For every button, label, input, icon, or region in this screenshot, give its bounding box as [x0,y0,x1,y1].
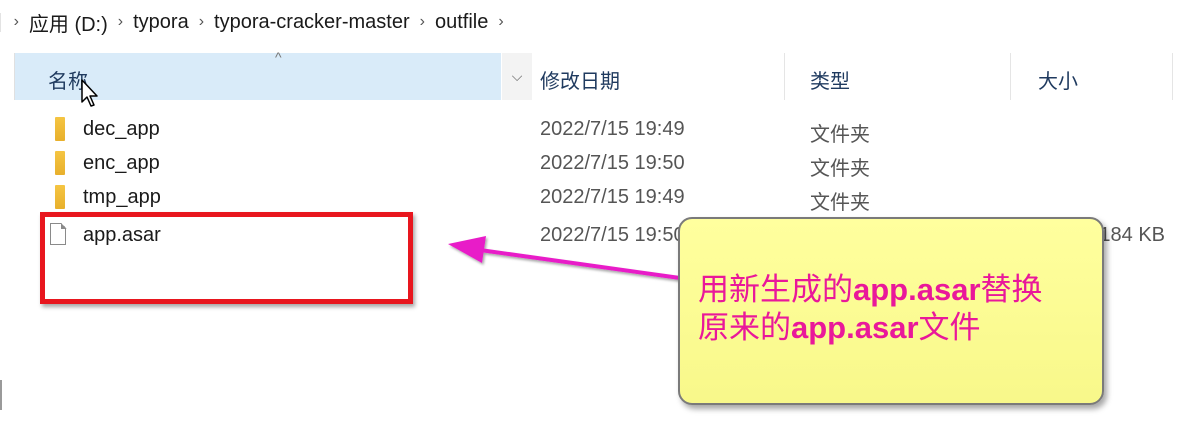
file-name: enc_app [83,152,160,174]
chevron-down-icon[interactable]: ⌵ [502,53,532,100]
chevron-right-icon[interactable]: › [118,13,123,31]
column-header-size[interactable]: 大小 [1038,65,1078,94]
chevron-right-icon[interactable]: › [199,13,204,31]
file-name: dec_app [83,118,160,140]
file-row[interactable]: tmp_app 2022/7/15 19:49 文件夹 [0,180,1196,214]
file-modified: 2022/7/15 19:50 [540,152,685,174]
file-name: tmp_app [83,186,161,208]
header-divider[interactable] [1172,53,1173,100]
window-edge [0,380,2,410]
header-divider[interactable] [1010,53,1011,100]
breadcrumb-truncated-start: ] [0,11,2,34]
column-header-modified[interactable]: 修改日期 [540,65,620,94]
callout-line-2: 原来的app.asar文件 [698,310,981,345]
breadcrumb-item-typora[interactable]: typora [133,11,189,34]
breadcrumb: ] › 应用 (D:) › typora › typora-cracker-ma… [0,0,1196,44]
file-type: 文件夹 [810,158,870,180]
column-header-type[interactable]: 类型 [810,65,850,94]
file-type: 文件夹 [810,192,870,214]
mouse-cursor-icon [81,79,98,107]
header-divider[interactable] [784,53,785,100]
folder-icon [55,185,65,209]
breadcrumb-item-drive[interactable]: 应用 (D:) [29,8,108,37]
file-modified: 2022/7/15 19:49 [540,186,685,208]
column-header-row: ^ 名称 ⌵ 修改日期 类型 大小 [14,49,1196,100]
breadcrumb-item-cracker[interactable]: typora-cracker-master [214,11,410,34]
folder-icon [55,117,65,141]
annotation-callout: 用新生成的app.asar替换 原来的app.asar文件 [678,217,1104,405]
file-type: 文件夹 [810,124,870,146]
file-explorer-window: ] › 应用 (D:) › typora › typora-cracker-ma… [0,0,1196,441]
highlight-box [40,212,413,304]
file-modified: 2022/7/15 19:49 [540,118,685,140]
chevron-right-icon[interactable]: › [14,13,19,31]
file-row[interactable]: dec_app 2022/7/15 19:49 文件夹 [0,112,1196,146]
chevron-right-icon[interactable]: › [420,13,425,31]
chevron-right-icon[interactable]: › [498,13,503,31]
folder-icon [55,151,65,175]
file-row[interactable]: enc_app 2022/7/15 19:50 文件夹 [0,146,1196,180]
arrow-left-icon [448,236,682,280]
callout-text: 用新生成的app.asar替换 原来的app.asar文件 [698,271,1098,347]
sort-ascending-icon: ^ [275,49,282,65]
callout-line-1: 用新生成的app.asar替换 [698,272,1043,307]
breadcrumb-item-outfile[interactable]: outfile [435,11,488,34]
